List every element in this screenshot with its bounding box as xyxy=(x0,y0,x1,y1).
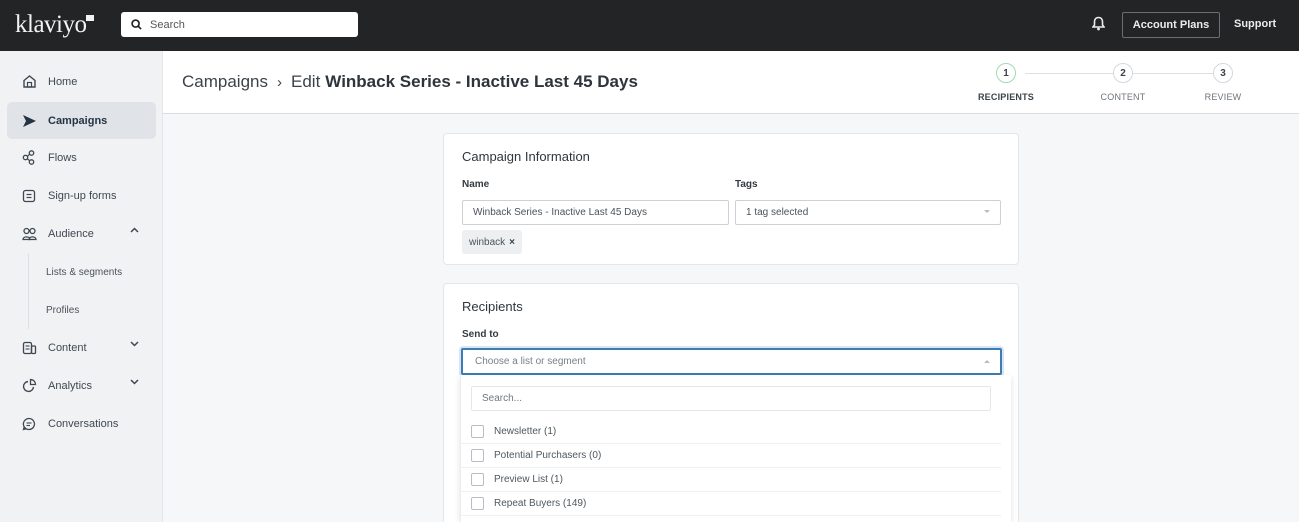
list-item[interactable]: Repeat Buyers (149) xyxy=(461,492,1001,516)
sidebar-item-sign-up-forms[interactable]: Sign-up forms xyxy=(7,177,156,214)
page-title: Winback Series - Inactive Last 45 Days xyxy=(325,72,638,91)
chevron-up-icon[interactable] xyxy=(130,227,139,233)
breadcrumb: Campaigns › Edit Winback Series - Inacti… xyxy=(182,72,638,92)
remove-tag-icon[interactable]: × xyxy=(509,237,515,248)
search-icon xyxy=(131,19,142,30)
sidebar-subitem-profiles[interactable]: Profiles xyxy=(46,305,79,316)
chevron-down-icon[interactable] xyxy=(130,379,139,385)
tags-select-value: 1 tag selected xyxy=(746,207,809,218)
step-label: REVIEW xyxy=(1204,92,1242,102)
sidebar-item-flows[interactable]: Flows xyxy=(7,139,156,176)
sidebar-item-label: Campaigns xyxy=(48,114,108,127)
list-item-label: Potential Purchasers (0) xyxy=(494,450,602,461)
checkbox[interactable] xyxy=(471,449,484,462)
sidebar-item-content[interactable]: Content xyxy=(7,329,156,366)
audience-icon xyxy=(21,226,37,242)
card-title: Campaign Information xyxy=(462,149,590,164)
step-number: 3 xyxy=(1213,63,1233,83)
checkbox[interactable] xyxy=(471,425,484,438)
sidebar-subitem-lists-segments[interactable]: Lists & segments xyxy=(46,267,122,278)
sidebar-item-analytics[interactable]: Analytics xyxy=(7,367,156,404)
list-item[interactable]: Newsletter (1) xyxy=(461,420,1001,444)
tag-chip-label: winback xyxy=(469,236,506,248)
account-plans-button[interactable]: Account Plans xyxy=(1122,12,1220,38)
send-to-placeholder: Choose a list or segment xyxy=(475,356,586,367)
step-number: 1 xyxy=(996,63,1016,83)
tags-label: Tags xyxy=(735,179,758,190)
sidebar-item-label: Sign-up forms xyxy=(48,189,117,202)
campaign-information-card: Campaign Information Name Winback Series… xyxy=(443,133,1019,265)
sidebar-item-audience[interactable]: Audience xyxy=(7,215,156,252)
logo-flag-icon xyxy=(86,15,94,21)
caret-down-icon xyxy=(984,210,990,213)
breadcrumb-campaigns-link[interactable]: Campaigns xyxy=(182,72,268,92)
name-label: Name xyxy=(462,179,490,190)
top-navigation-bar: klaviyo Account Plans Support xyxy=(0,0,1299,51)
step-label: CONTENT xyxy=(1100,92,1146,102)
checkbox[interactable] xyxy=(471,497,484,510)
edit-prefix: Edit xyxy=(291,72,321,91)
sidebar-item-label: Home xyxy=(48,75,78,88)
content-icon xyxy=(21,340,37,356)
audience-submenu-line xyxy=(28,254,29,329)
sidebar-item-label: Analytics xyxy=(48,379,93,392)
sidebar-item-label: Content xyxy=(48,341,87,354)
sidebar-item-label: Flows xyxy=(48,151,77,164)
breadcrumb-separator: › xyxy=(277,74,282,91)
send-to-select[interactable]: Choose a list or segment xyxy=(461,348,1002,375)
form-icon xyxy=(21,188,37,204)
flows-icon xyxy=(21,150,37,166)
sidebar-item-label: Audience xyxy=(48,227,94,240)
chevron-down-icon[interactable] xyxy=(130,341,139,347)
bell-icon[interactable] xyxy=(1092,16,1105,31)
list-item[interactable]: Preview List (1) xyxy=(461,468,1001,492)
list-item-label: Newsletter (1) xyxy=(494,426,557,437)
card-title: Recipients xyxy=(462,299,523,314)
list-item-label: Preview List (1) xyxy=(494,474,563,485)
home-icon xyxy=(21,74,37,90)
analytics-icon xyxy=(21,378,37,394)
dropdown-search-input[interactable]: Search... xyxy=(471,386,991,411)
tag-chip: winback × xyxy=(462,230,522,254)
tags-select[interactable]: 1 tag selected xyxy=(735,200,1001,225)
sidebar-item-home[interactable]: Home xyxy=(7,63,156,100)
sidebar: Home Campaigns Flows Sign-up forms Audie… xyxy=(0,51,163,522)
step-review[interactable]: 3 REVIEW xyxy=(1183,63,1263,102)
list-item[interactable]: Potential Purchasers (0) xyxy=(461,444,1001,468)
list-item-label: Repeat Buyers (149) xyxy=(494,498,587,509)
campaigns-send-icon xyxy=(21,113,37,129)
campaign-name-input[interactable]: Winback Series - Inactive Last 45 Days xyxy=(462,200,729,225)
klaviyo-logo[interactable]: klaviyo xyxy=(15,11,87,39)
global-search[interactable] xyxy=(121,12,358,37)
send-to-label: Send to xyxy=(462,329,499,340)
caret-up-icon xyxy=(984,360,990,363)
list-segment-dropdown: Search... Newsletter (1) Potential Purch… xyxy=(460,375,1011,522)
page-header: Campaigns › Edit Winback Series - Inacti… xyxy=(163,51,1299,114)
step-content[interactable]: 2 CONTENT xyxy=(1083,63,1163,102)
step-number: 2 xyxy=(1113,63,1133,83)
sidebar-item-conversations[interactable]: Conversations xyxy=(7,405,156,442)
support-link[interactable]: Support xyxy=(1234,18,1276,30)
step-recipients[interactable]: 1 RECIPIENTS xyxy=(966,63,1046,102)
conversations-icon xyxy=(21,416,37,432)
global-search-input[interactable] xyxy=(150,18,340,31)
checkbox[interactable] xyxy=(471,473,484,486)
sidebar-item-campaigns[interactable]: Campaigns xyxy=(7,102,156,139)
sidebar-item-label: Conversations xyxy=(48,417,119,430)
step-label: RECIPIENTS xyxy=(977,92,1034,102)
